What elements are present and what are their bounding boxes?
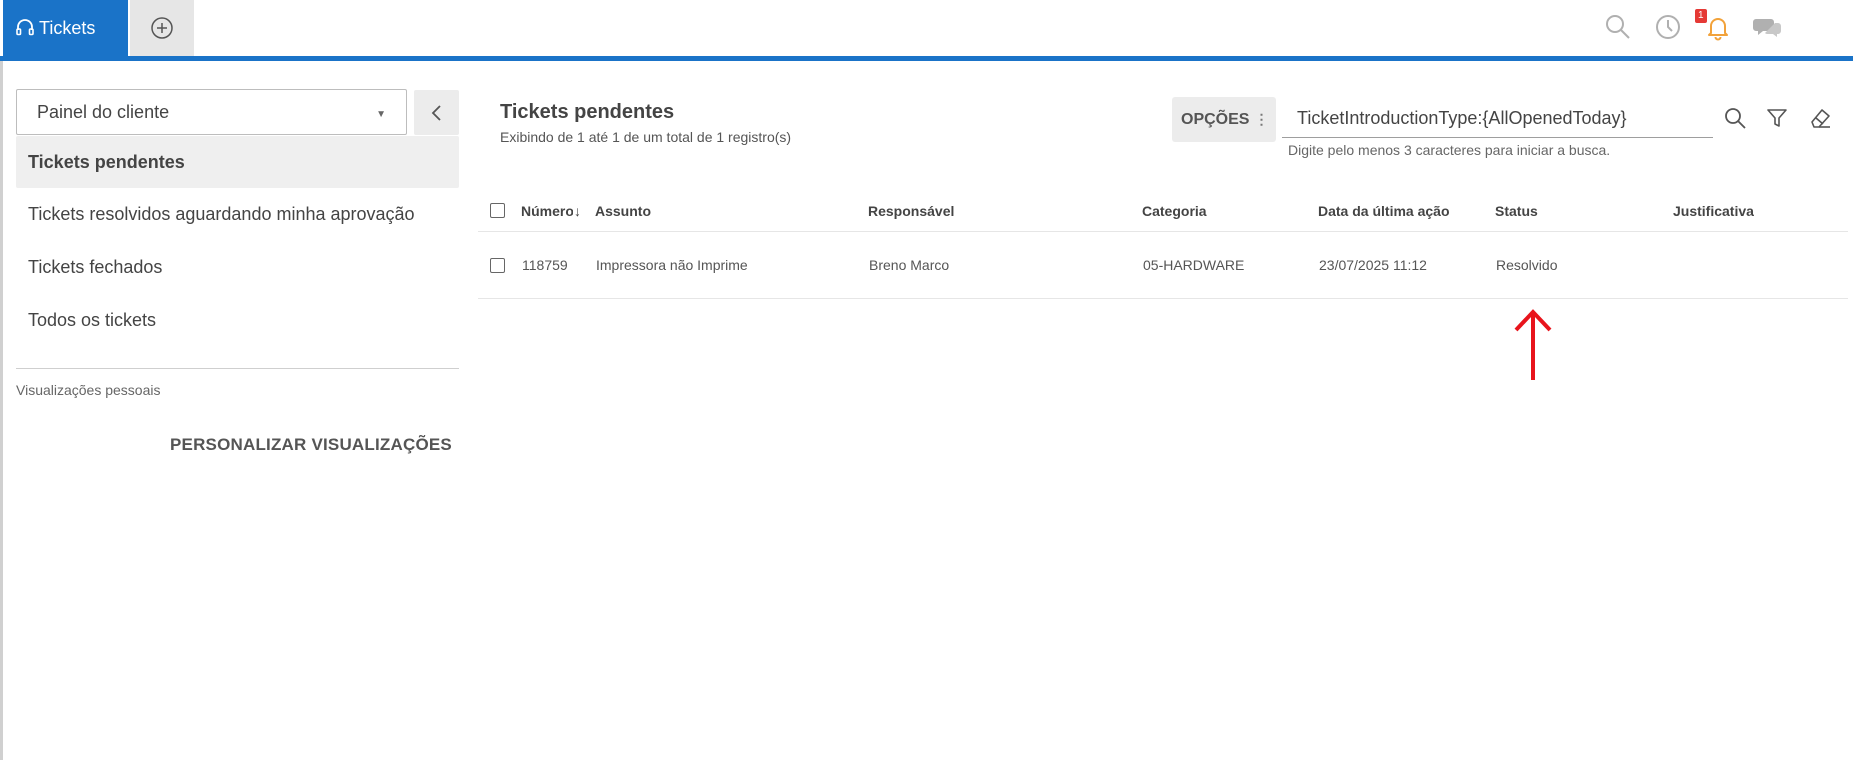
search-icon xyxy=(1725,108,1746,129)
select-all-checkbox[interactable] xyxy=(490,203,505,218)
cell-status: Resolvido xyxy=(1496,257,1558,273)
column-header-justificativa[interactable]: Justificativa xyxy=(1673,203,1754,219)
table-header: Número ↓ Assunto Responsável Categoria D… xyxy=(478,190,1848,232)
eraser-icon xyxy=(1811,109,1830,128)
filter-icon xyxy=(1767,109,1787,127)
clear-search-button[interactable] xyxy=(1806,104,1834,132)
kebab-icon: ⋮ xyxy=(1254,111,1269,127)
panel-select[interactable]: Painel do cliente ▼ xyxy=(16,89,407,135)
sidebar-item-todos-os-tickets[interactable]: Todos os tickets xyxy=(16,294,459,347)
left-edge xyxy=(0,0,3,760)
sidebar-nav: Tickets pendentes Tickets resolvidos agu… xyxy=(16,136,459,347)
sidebar-item-tickets-resolvidos[interactable]: Tickets resolvidos aguardando minha apro… xyxy=(16,188,459,241)
column-header-responsavel[interactable]: Responsável xyxy=(868,203,954,219)
collapse-sidebar-button[interactable] xyxy=(414,90,459,135)
options-button[interactable]: OPÇÕES ⋮ xyxy=(1172,97,1276,142)
search-button[interactable] xyxy=(1721,104,1749,132)
cell-numero: 118759 xyxy=(522,257,568,273)
bell-icon xyxy=(1708,18,1728,41)
cell-categoria: 05-HARDWARE xyxy=(1143,257,1245,273)
column-header-categoria[interactable]: Categoria xyxy=(1142,203,1207,219)
notification-badge: 1 xyxy=(1695,9,1707,23)
customize-views-button[interactable]: PERSONALIZAR VISUALIZAÇÕES xyxy=(170,435,452,455)
column-header-status[interactable]: Status xyxy=(1495,203,1538,219)
notifications-button[interactable]: 1 xyxy=(1695,9,1733,42)
table-row[interactable]: 118759 Impressora não Imprime Breno Marc… xyxy=(478,232,1848,299)
sidebar-item-label: Tickets fechados xyxy=(28,257,163,277)
options-label: OPÇÕES xyxy=(1181,110,1250,128)
search-icon xyxy=(1606,15,1630,39)
row-checkbox[interactable] xyxy=(490,257,505,273)
sort-desc-icon[interactable]: ↓ xyxy=(574,203,581,219)
page-title: Tickets pendentes xyxy=(500,101,675,123)
sidebar-item-tickets-fechados[interactable]: Tickets fechados xyxy=(16,241,459,294)
plus-circle-icon xyxy=(151,17,173,39)
column-header-data[interactable]: Data da última ação xyxy=(1318,203,1450,219)
sidebar-item-tickets-pendentes[interactable]: Tickets pendentes xyxy=(16,136,459,188)
tab-tickets-label: Tickets xyxy=(39,17,96,38)
chevron-left-icon xyxy=(431,104,441,121)
history-button[interactable] xyxy=(1653,12,1683,42)
column-header-assunto[interactable]: Assunto xyxy=(595,203,651,219)
add-tab-button[interactable] xyxy=(130,0,194,56)
records-summary: Exibindo de 1 até 1 de um total de 1 reg… xyxy=(500,129,792,145)
search-input[interactable] xyxy=(1282,100,1713,138)
personal-views-label: Visualizações pessoais xyxy=(16,382,161,398)
top-bar: Tickets 1 xyxy=(0,0,1853,61)
headset-icon xyxy=(16,19,34,36)
chat-button[interactable] xyxy=(1753,12,1783,42)
red-arrow-up-icon xyxy=(1514,309,1552,380)
sidebar-item-label: Tickets resolvidos aguardando minha apro… xyxy=(28,204,415,224)
panel-select-value: Painel do cliente xyxy=(37,101,170,122)
caret-down-icon: ▼ xyxy=(376,109,386,120)
sidebar-item-label: Todos os tickets xyxy=(28,310,157,330)
tab-tickets[interactable]: Tickets xyxy=(3,0,128,56)
cell-data: 23/07/2025 11:12 xyxy=(1319,257,1427,273)
history-icon xyxy=(1656,15,1680,39)
sidebar-divider xyxy=(16,368,459,369)
chat-icon xyxy=(1753,19,1781,37)
global-search-button[interactable] xyxy=(1603,12,1633,42)
search-hint: Digite pelo menos 3 caracteres para inic… xyxy=(1288,142,1611,158)
tickets-table: Número ↓ Assunto Responsável Categoria D… xyxy=(478,190,1848,299)
sidebar-item-label: Tickets pendentes xyxy=(28,151,185,172)
filter-button[interactable] xyxy=(1763,104,1791,132)
cell-assunto[interactable]: Impressora não Imprime xyxy=(596,257,748,273)
column-header-numero[interactable]: Número xyxy=(521,203,573,219)
cell-responsavel: Breno Marco xyxy=(869,257,950,273)
